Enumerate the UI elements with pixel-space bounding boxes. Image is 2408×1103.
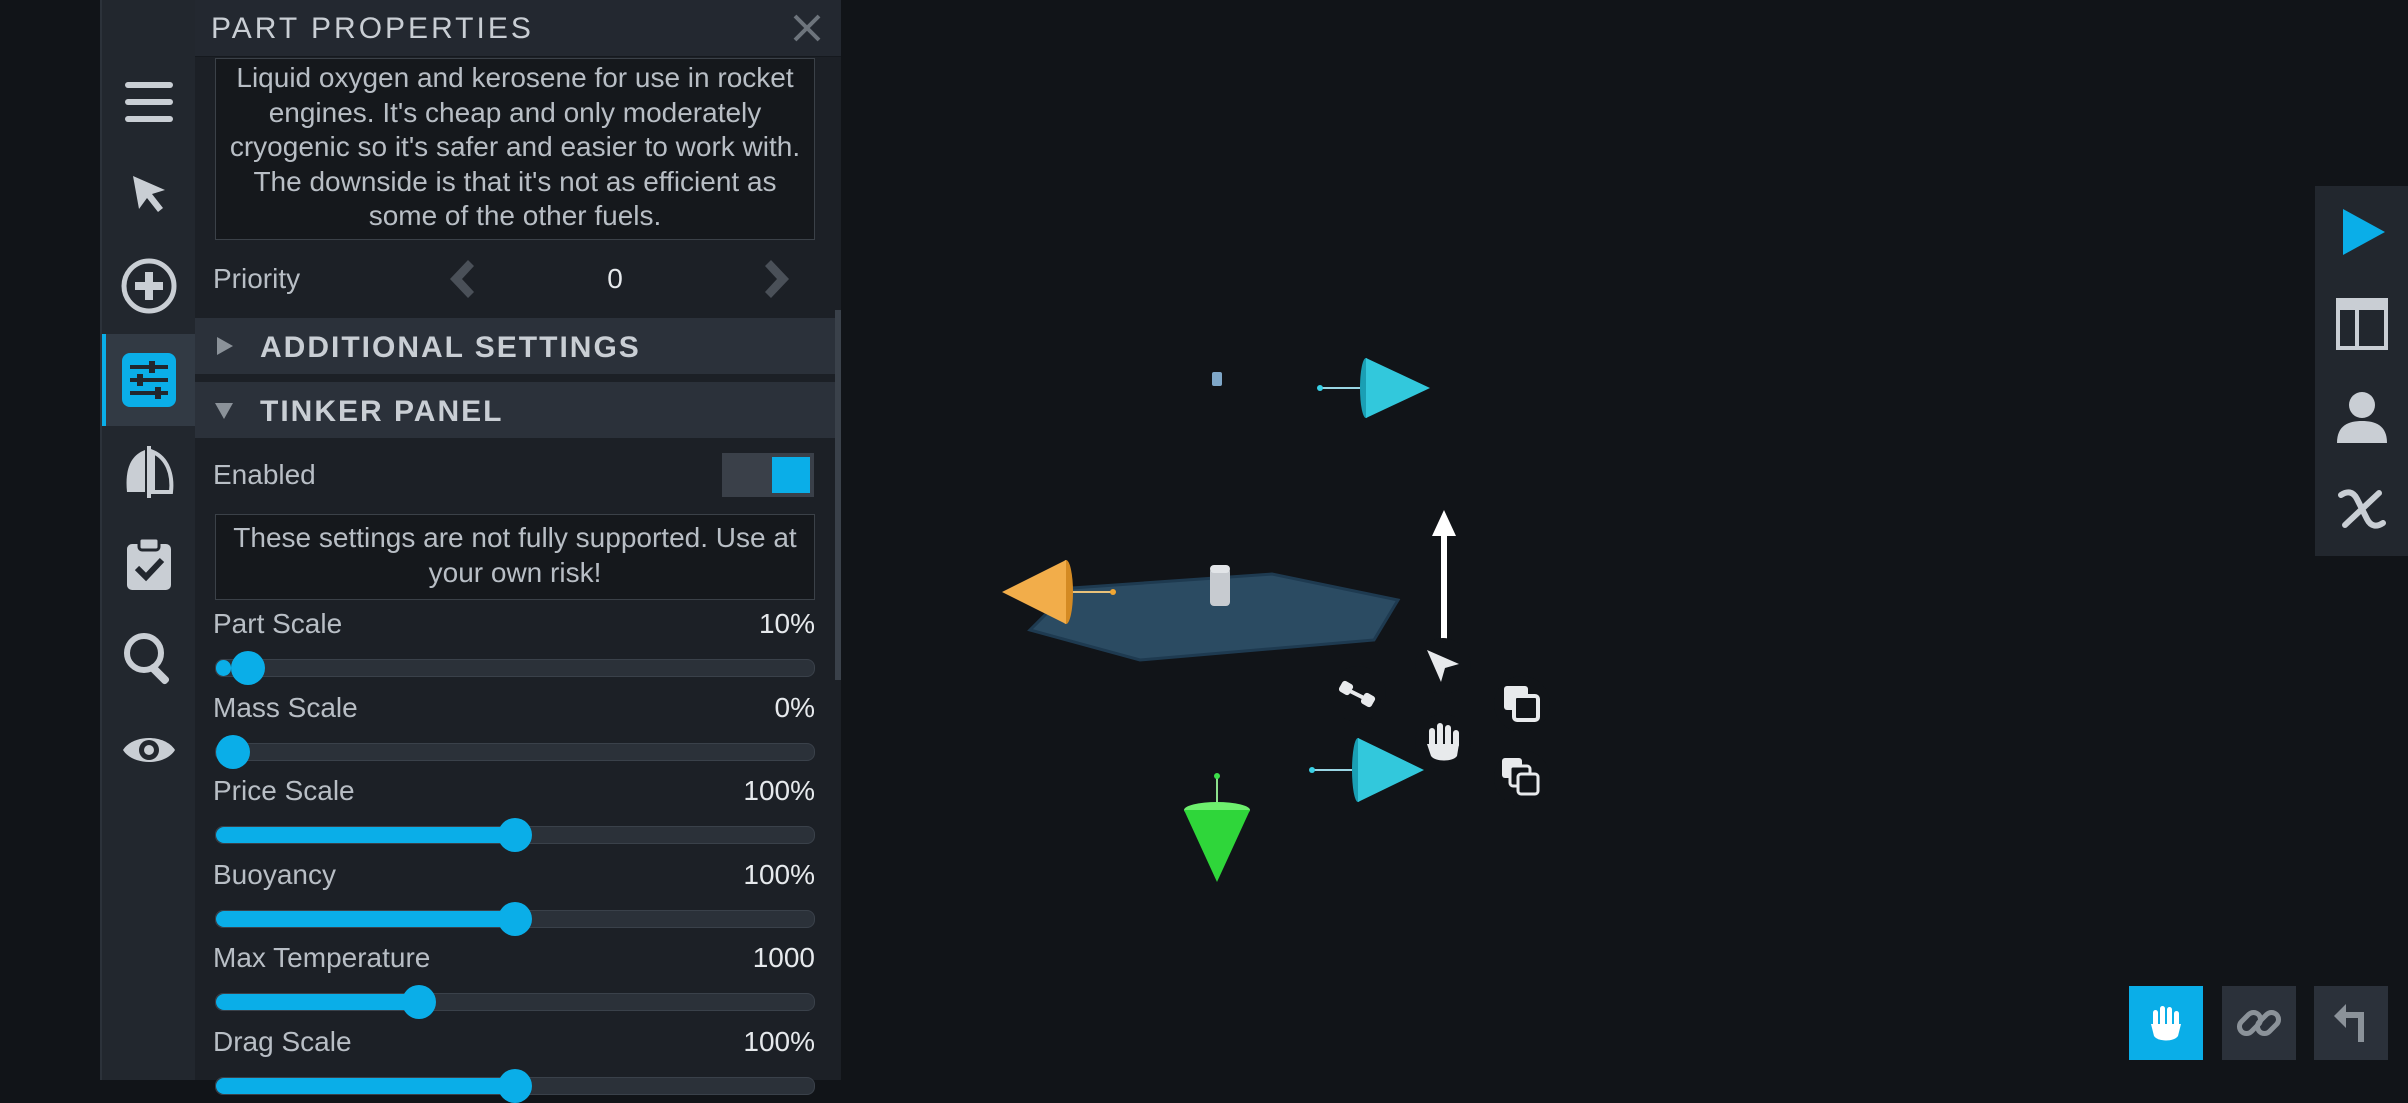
select-gizmo-button[interactable] bbox=[1413, 636, 1473, 696]
variables-button[interactable] bbox=[2315, 462, 2408, 554]
slider-track[interactable] bbox=[215, 985, 815, 1019]
slider-thumb[interactable] bbox=[498, 818, 532, 852]
layout-button[interactable] bbox=[2315, 278, 2408, 370]
variables-icon bbox=[2337, 489, 2386, 529]
panel-header: PART PROPERTIES bbox=[195, 0, 841, 57]
checklist-button[interactable] bbox=[102, 518, 195, 610]
connection-button[interactable] bbox=[1328, 664, 1388, 724]
view-icon bbox=[122, 738, 175, 762]
enabled-label: Enabled bbox=[213, 459, 316, 490]
slider-value: 10% bbox=[758, 608, 815, 639]
slider-value: 100% bbox=[743, 775, 815, 806]
slider-label: Price Scale bbox=[213, 775, 355, 806]
link-mode-button[interactable] bbox=[2222, 986, 2296, 1060]
menu-button[interactable] bbox=[102, 56, 195, 148]
part-description: Liquid oxygen and kerosene for use in ro… bbox=[215, 58, 815, 240]
menu-icon bbox=[124, 82, 173, 122]
slider-label: Mass Scale bbox=[213, 692, 358, 723]
base-plate[interactable] bbox=[1027, 565, 1401, 662]
clone-button[interactable] bbox=[1492, 674, 1552, 734]
part-properties-button[interactable] bbox=[102, 334, 195, 426]
slider-label: Max Temperature bbox=[213, 942, 431, 973]
green-cone[interactable] bbox=[1184, 773, 1250, 882]
slider-value: 0% bbox=[774, 692, 815, 723]
slider-fill bbox=[216, 994, 420, 1010]
tinker-panel-label: TINKER PANEL bbox=[260, 395, 504, 428]
search-button[interactable] bbox=[102, 612, 195, 704]
play-icon bbox=[2342, 209, 2385, 255]
hand-move-icon bbox=[2151, 1006, 2181, 1041]
slider-fill bbox=[216, 660, 231, 676]
priority-decrease-icon[interactable] bbox=[438, 256, 484, 302]
left-toolbar bbox=[100, 0, 197, 1080]
slider-label: Part Scale bbox=[213, 608, 343, 639]
design-viewport[interactable] bbox=[1000, 330, 1580, 910]
grab-button[interactable] bbox=[1413, 712, 1473, 772]
link-icon bbox=[2236, 1009, 2282, 1037]
view-button[interactable] bbox=[102, 704, 195, 796]
slider-label: Buoyancy bbox=[213, 859, 336, 890]
slider-track[interactable] bbox=[215, 651, 815, 685]
undo-icon bbox=[2334, 1004, 2364, 1042]
add-part-icon bbox=[121, 258, 176, 314]
cyan-cone-top[interactable] bbox=[1317, 358, 1430, 418]
slider-value: 1000 bbox=[752, 942, 815, 973]
checklist-icon bbox=[126, 536, 171, 590]
user-button[interactable] bbox=[2315, 370, 2408, 462]
launch-button[interactable] bbox=[2315, 186, 2408, 278]
slider-thumb[interactable] bbox=[402, 985, 437, 1019]
search-icon bbox=[123, 633, 169, 685]
slider-value: 100% bbox=[743, 859, 815, 890]
enabled-toggle[interactable] bbox=[722, 453, 814, 497]
priority-label: Priority bbox=[213, 263, 301, 294]
warning-message: These settings are not fully supported. … bbox=[215, 514, 815, 600]
select-tool-button[interactable] bbox=[102, 148, 195, 240]
tinker-panel-section[interactable]: TINKER PANEL bbox=[195, 382, 835, 438]
priority-increase-icon[interactable] bbox=[755, 256, 801, 302]
symmetry-icon bbox=[126, 446, 173, 498]
additional-settings-section[interactable]: ADDITIONAL SETTINGS bbox=[195, 318, 835, 374]
slider-track[interactable] bbox=[215, 735, 815, 769]
panel-title: PART PROPERTIES bbox=[211, 12, 534, 45]
expand-icon bbox=[217, 337, 233, 355]
priority-value: 0 bbox=[607, 263, 623, 294]
symmetry-button[interactable] bbox=[102, 426, 195, 518]
slider-value: 100% bbox=[743, 1026, 815, 1057]
slider-label: Drag Scale bbox=[213, 1026, 352, 1057]
cyan-cone-bottom[interactable] bbox=[1309, 738, 1424, 802]
toggle-knob bbox=[772, 457, 810, 493]
slider-track[interactable] bbox=[215, 818, 815, 852]
small-part[interactable] bbox=[1212, 372, 1222, 386]
slider-track[interactable] bbox=[215, 902, 815, 936]
duplicate-assembly-button[interactable] bbox=[1492, 748, 1552, 808]
part-properties-icon bbox=[121, 353, 176, 407]
slider-thumb[interactable] bbox=[498, 1069, 532, 1103]
move-mode-button[interactable] bbox=[2129, 986, 2203, 1060]
slider-fill bbox=[216, 827, 515, 843]
add-part-button[interactable] bbox=[102, 240, 195, 332]
layout-icon bbox=[2335, 298, 2388, 350]
slider-thumb[interactable] bbox=[498, 902, 532, 936]
slider-fill bbox=[216, 1078, 515, 1094]
part-properties-panel: PART PROPERTIES Liquid oxygen and kerose… bbox=[195, 0, 841, 1103]
right-toolbar bbox=[2315, 186, 2408, 556]
additional-settings-label: ADDITIONAL SETTINGS bbox=[260, 331, 641, 364]
undo-button[interactable] bbox=[2314, 986, 2388, 1060]
slider-thumb[interactable] bbox=[230, 651, 265, 685]
slider-thumb[interactable] bbox=[216, 735, 250, 769]
close-icon[interactable] bbox=[789, 10, 825, 46]
pointer-icon bbox=[132, 176, 165, 212]
move-gizmo-arrow[interactable] bbox=[1432, 510, 1456, 640]
slider-fill bbox=[216, 911, 515, 927]
collapse-icon bbox=[215, 403, 233, 419]
user-icon bbox=[2336, 392, 2387, 443]
panel-scrollbar[interactable] bbox=[835, 310, 841, 680]
